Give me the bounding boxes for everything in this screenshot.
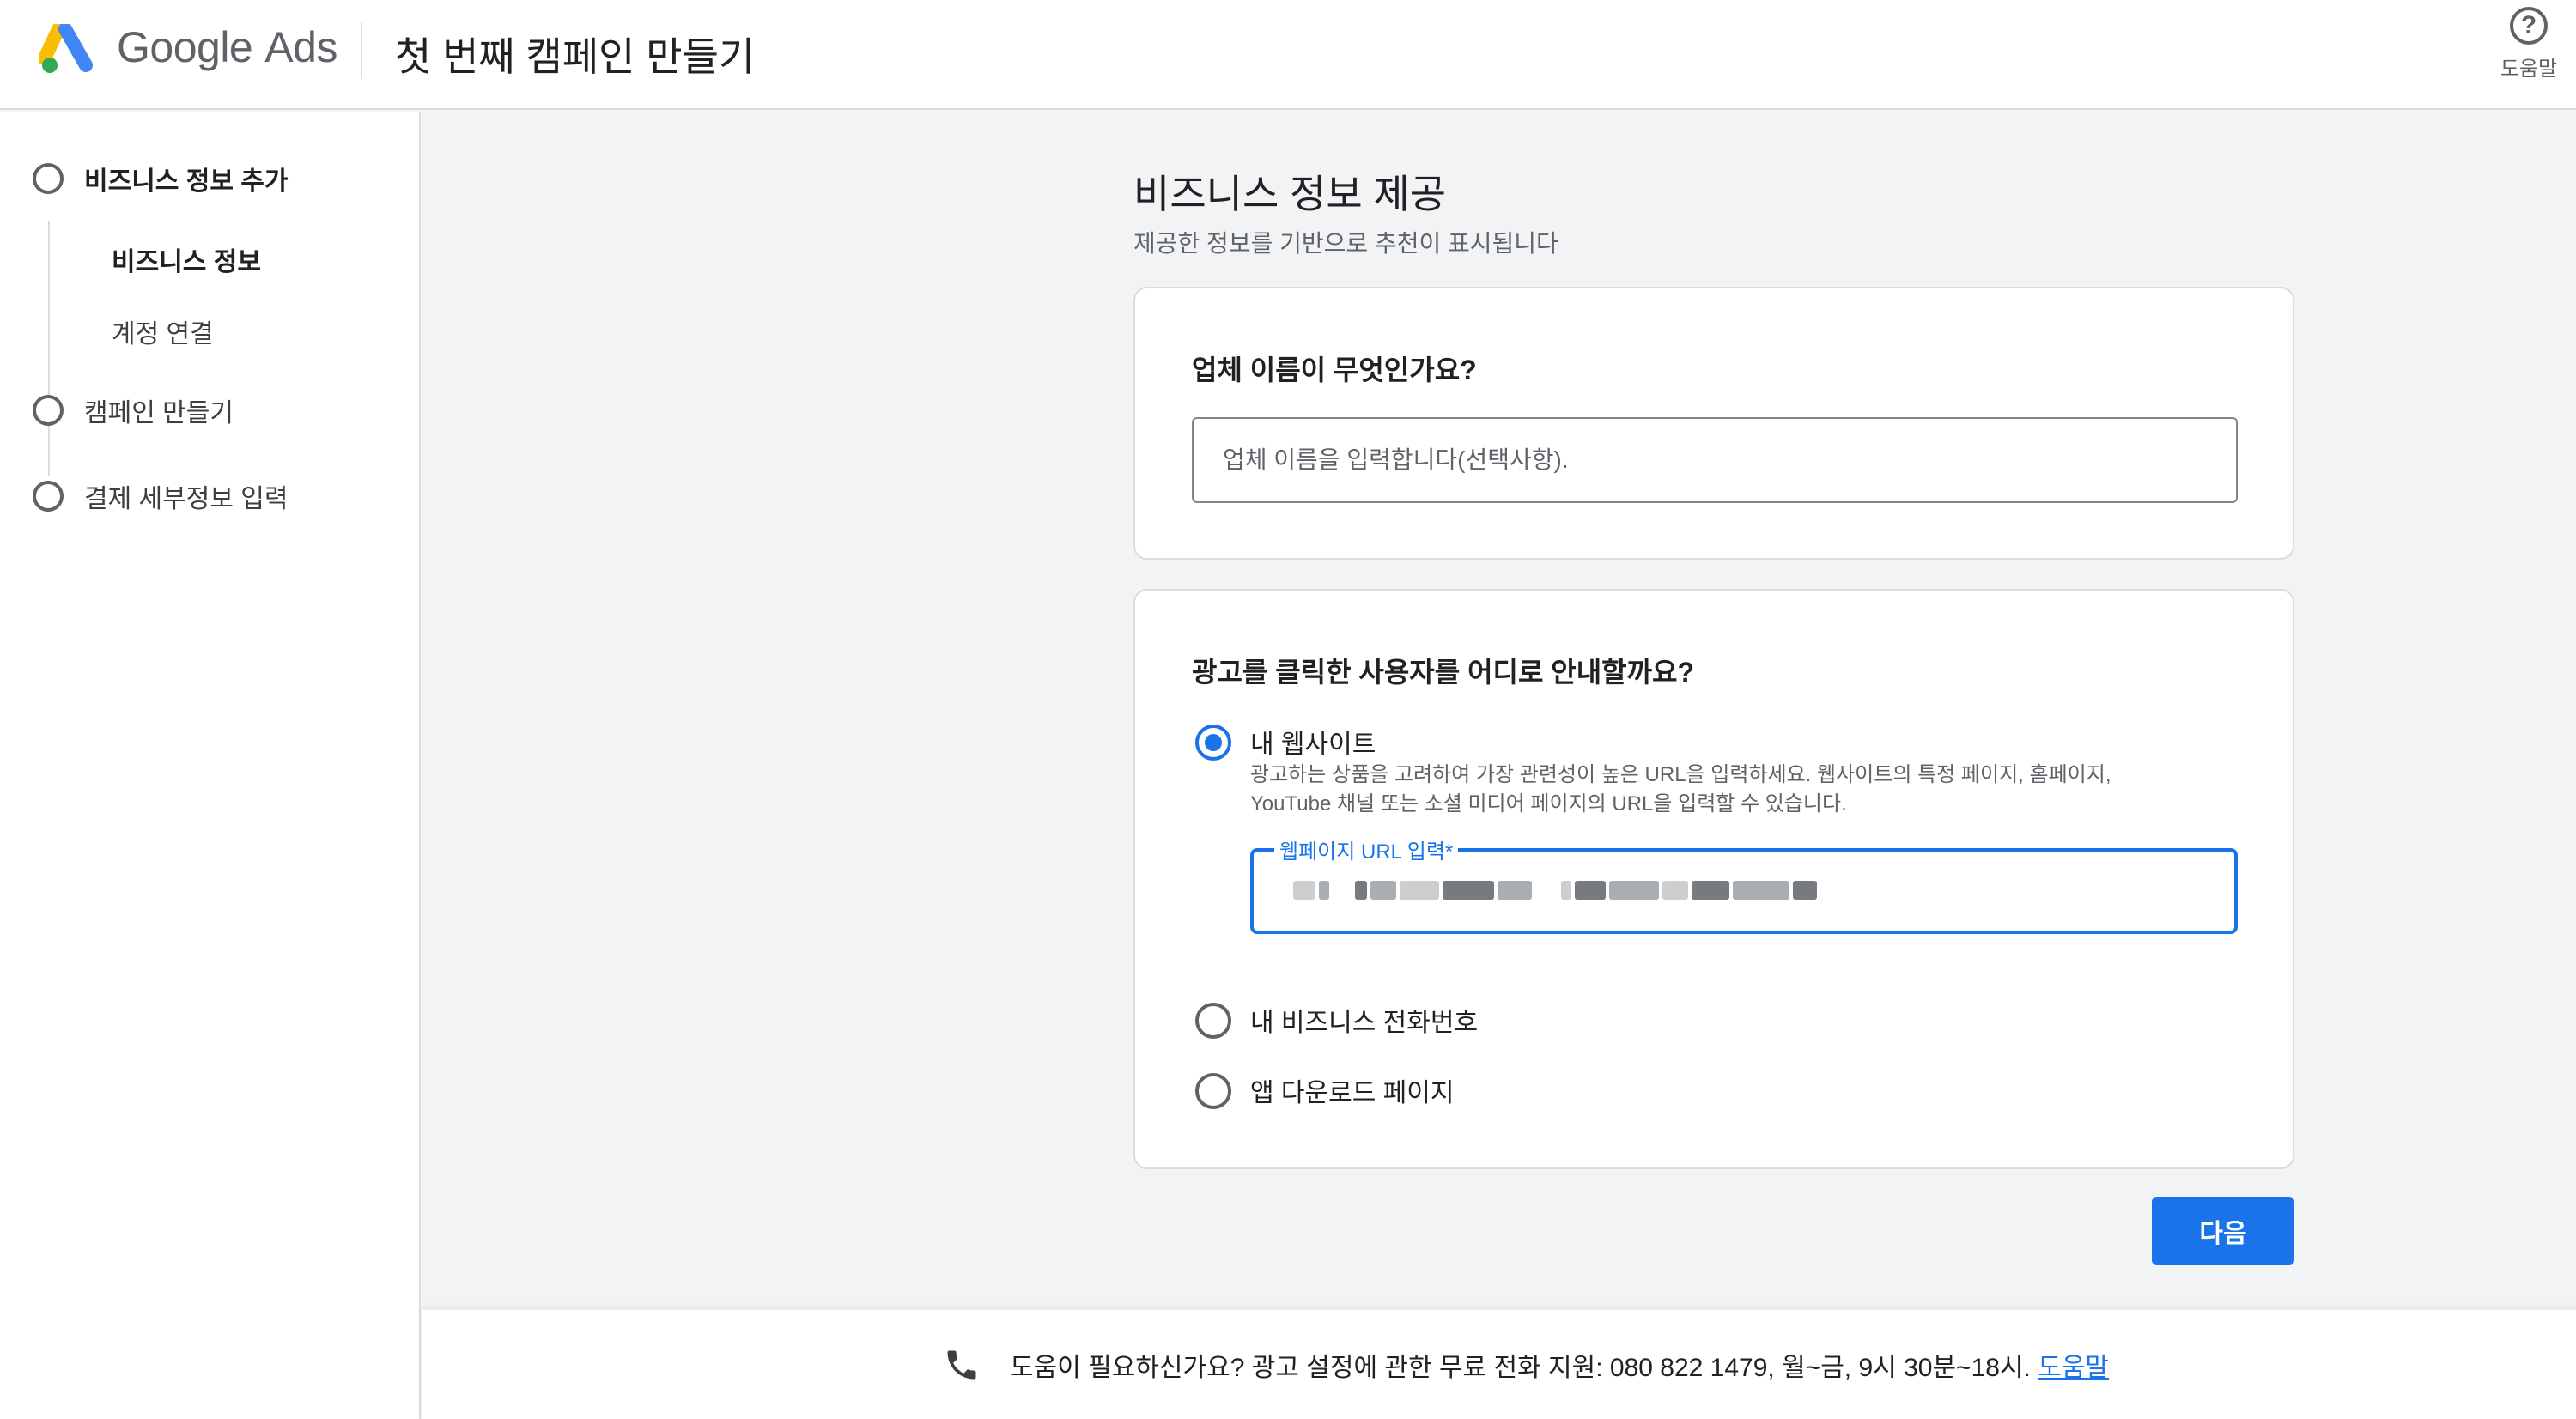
progress-sidebar: 비즈니스 정보 추가 비즈니스 정보 계정 연결 캠페인 만들기 결제 세부정보… [0,112,421,1419]
header-divider [361,22,362,79]
radio-website[interactable] [1195,725,1231,761]
help-icon: ? [2510,7,2548,45]
footer-help-text: 도움이 필요하신가요? 광고 설정에 관한 무료 전화 지원: 080 822 … [1010,1354,2031,1382]
business-name-card: 업체 이름이 무엇인가요? [1133,287,2294,560]
step-label: 캠페인 만들기 [84,399,234,428]
option-app-label[interactable]: 앱 다운로드 페이지 [1250,1071,1454,1109]
step-create-campaign[interactable]: 캠페인 만들기 [33,391,234,429]
option-website-description: 광고하는 상품을 고려하여 가장 관련성이 높은 URL을 입력하세요. 웹사이… [1250,763,2111,816]
step-circle-icon [33,395,64,426]
section-subtitle: 제공한 정보를 기반으로 추천이 표시됩니다 [1133,230,1558,257]
step-business-info[interactable]: 비즈니스 정보 추가 [33,160,288,197]
substep-connector [48,221,50,476]
business-name-input[interactable] [1192,417,2238,503]
step-circle-icon [33,481,64,512]
step-label: 결제 세부정보 입력 [84,485,289,513]
section-title: 비즈니스 정보 제공 [1133,172,1447,216]
phone-icon [947,1350,976,1380]
business-name-question: 업체 이름이 무엇인가요? [1192,355,1477,385]
url-value-redacted [1293,876,1817,905]
brand-name: Google Ads [117,22,337,72]
page-title: 첫 번째 캠페인 만들기 [395,34,756,79]
radio-phone[interactable] [1195,1003,1231,1039]
help-button[interactable]: ? 도움말 [2490,7,2567,84]
url-input[interactable]: 웹페이지 URL 입력* [1250,834,2238,934]
help-footer: 도움이 필요하신가요? 광고 설정에 관한 무료 전화 지원: 080 822 … [422,1308,2576,1419]
step-billing[interactable]: 결제 세부정보 입력 [33,477,288,515]
substep-account-link[interactable]: 계정 연결 [112,312,214,350]
step-label: 비즈니스 정보 추가 [84,167,289,196]
next-button[interactable]: 다음 [2152,1197,2294,1265]
help-label: 도움말 [2500,58,2558,81]
brand-ads: Ads [264,23,337,71]
substep-business-info[interactable]: 비즈니스 정보 [112,240,261,278]
destination-question: 광고를 클릭한 사용자를 어디로 안내할까요? [1192,657,1695,688]
step-circle-icon [33,163,64,194]
option-phone-label[interactable]: 내 비즈니스 전화번호 [1250,1001,1478,1039]
option-website-label[interactable]: 내 웹사이트 [1250,723,1376,761]
destination-card: 광고를 클릭한 사용자를 어디로 안내할까요? 내 웹사이트 광고하는 상품을 … [1133,589,2294,1169]
app-header: Google Ads 첫 번째 캠페인 만들기 ? 도움말 [0,0,2576,110]
google-ads-logo-icon [39,24,93,73]
footer-help-link[interactable]: 도움말 [2038,1354,2109,1382]
url-input-label: 웹페이지 URL 입력* [1274,834,1459,864]
radio-app[interactable] [1195,1073,1231,1109]
brand-google: Google [117,23,253,71]
